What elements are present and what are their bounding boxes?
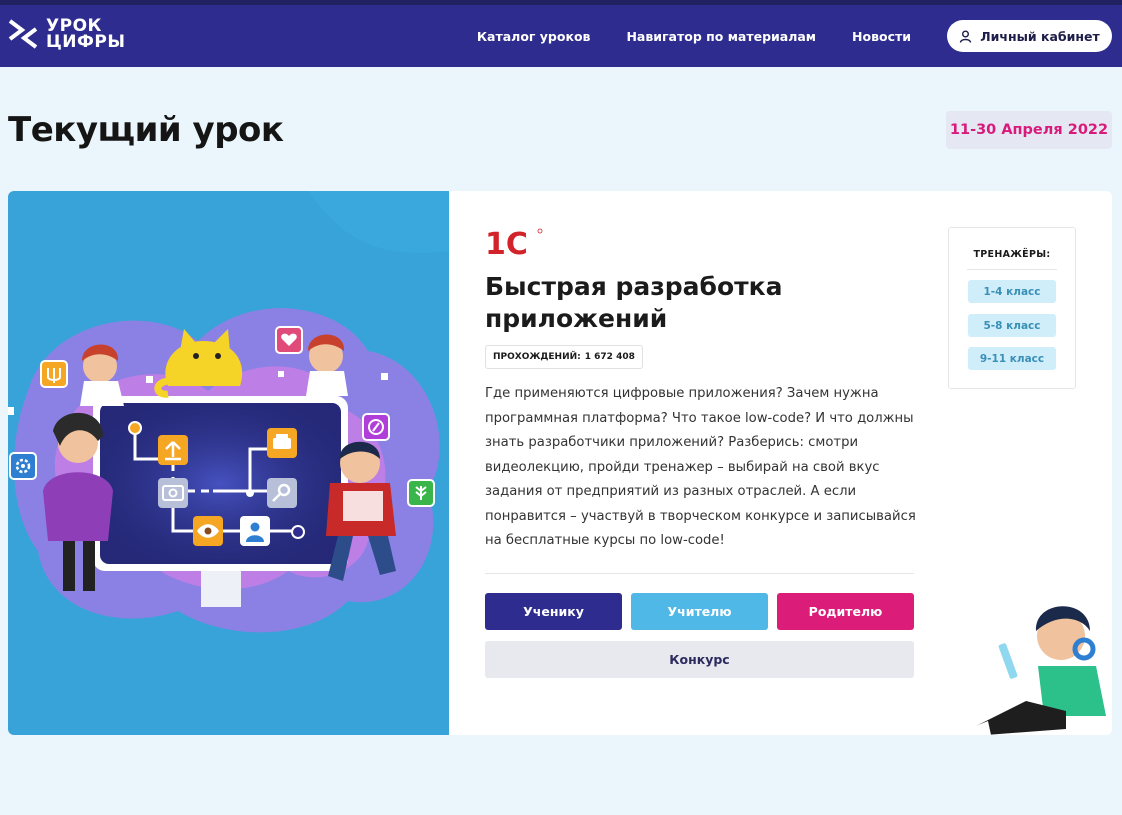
gear-icon <box>9 452 37 480</box>
boy-with-laptop-illustration <box>968 606 1106 735</box>
upload-icon <box>158 435 188 465</box>
logo-mark-icon <box>8 19 38 49</box>
logo-line-2: ЦИФРЫ <box>46 32 126 52</box>
page-title: Текущий урок <box>8 110 284 150</box>
student-button[interactable]: Ученику <box>485 593 622 630</box>
lesson-date-badge: 11-30 Апреля 2022 <box>946 111 1112 149</box>
lesson-illustration <box>8 191 449 735</box>
site-header: УРОК ЦИФРЫ Каталог уроков Навигатор по м… <box>0 5 1122 67</box>
printer-icon <box>267 428 297 458</box>
trainers-title: ТРЕНАЖЁРЫ: <box>973 249 1051 260</box>
trident-icon <box>40 360 68 388</box>
completions-label: ПРОХОЖДЕНИЙ: <box>493 352 581 362</box>
teacher-button[interactable]: Учителю <box>631 593 768 630</box>
camera-icon <box>158 478 188 508</box>
personal-cabinet-button[interactable]: Личный кабинет <box>947 20 1112 52</box>
logo-text: УРОК ЦИФРЫ <box>46 18 126 52</box>
site-logo[interactable]: УРОК ЦИФРЫ <box>8 17 125 51</box>
lesson-description: Где применяются цифровые приложения? Зач… <box>485 386 916 548</box>
completions-badge: ПРОХОЖДЕНИЙ: 1 672 408 <box>485 345 643 369</box>
content-divider <box>485 573 914 574</box>
partner-1c-text: 1С <box>485 227 528 257</box>
hero-artwork <box>8 191 449 633</box>
user-card-icon <box>240 516 270 546</box>
personal-cabinet-label: Личный кабинет <box>980 28 1100 44</box>
nav-catalog-link[interactable]: Каталог уроков <box>477 29 591 44</box>
contest-button[interactable]: Конкурс <box>485 641 914 678</box>
nav-navigator-link[interactable]: Навигатор по материалам <box>626 29 816 44</box>
completions-value: 1 672 408 <box>584 352 635 362</box>
search-icon <box>267 478 297 508</box>
grade-1-4-button[interactable]: 1-4 класс <box>968 280 1056 303</box>
lesson-title: Быстрая разработка приложений <box>485 272 783 333</box>
nav-news-link[interactable]: Новости <box>852 29 911 44</box>
grade-5-8-button[interactable]: 5-8 класс <box>968 314 1056 337</box>
trainers-divider <box>967 269 1057 270</box>
main-nav: Каталог уроков Навигатор по материалам Н… <box>477 29 911 44</box>
trainers-panel: ТРЕНАЖЁРЫ: 1-4 класс 5-8 класс 9-11 клас… <box>948 227 1076 389</box>
grade-9-11-button[interactable]: 9-11 класс <box>968 347 1056 370</box>
parent-button[interactable]: Родителю <box>777 593 914 630</box>
heart-icon <box>275 326 303 354</box>
lesson-card: 1С Быстрая разработка приложений ПРОХОЖД… <box>8 191 1112 735</box>
partner-1c-logo: 1С <box>485 227 543 257</box>
compass-icon <box>362 413 390 441</box>
leaf-icon <box>407 479 435 507</box>
eye-icon <box>193 516 223 546</box>
user-icon <box>960 30 972 43</box>
